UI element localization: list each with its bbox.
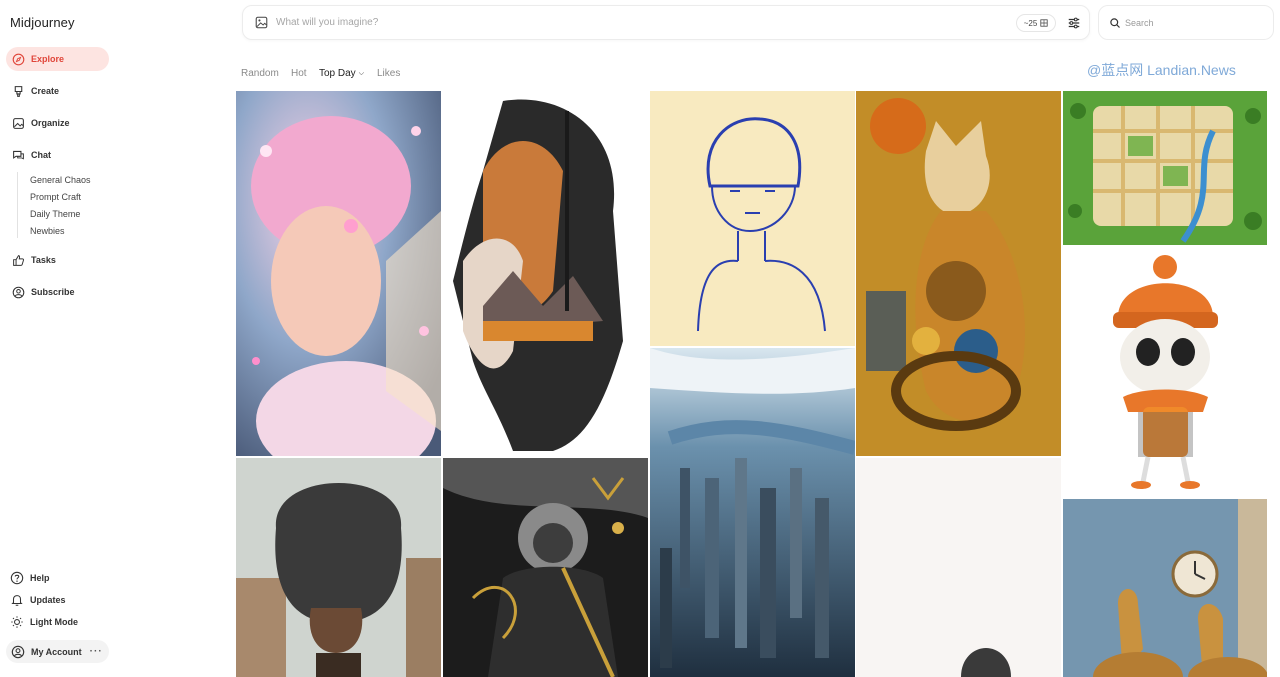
chat-channel-prompt-craft[interactable]: Prompt Craft xyxy=(30,192,81,202)
gallery-image-fur-hat-man[interactable] xyxy=(236,458,441,677)
nav-chat-label: Chat xyxy=(31,150,51,160)
search-box[interactable]: Search xyxy=(1098,5,1274,40)
gallery-image-skeleton-beanie[interactable] xyxy=(1063,247,1267,497)
nav-subscribe-label: Subscribe xyxy=(31,287,75,297)
tab-random[interactable]: Random xyxy=(241,68,279,79)
prompt-bar[interactable]: What will you imagine? ~25 xyxy=(242,5,1090,40)
nav-organize-label: Organize xyxy=(31,118,70,128)
user-circle-icon xyxy=(12,286,25,299)
nav-explore[interactable]: Explore xyxy=(6,47,109,71)
gallery-image-rabbits-room[interactable] xyxy=(1063,499,1267,677)
grid-icon xyxy=(1040,19,1048,27)
more-options-icon[interactable]: ··· xyxy=(90,646,103,657)
nav-tasks-label: Tasks xyxy=(31,255,56,265)
search-icon xyxy=(1110,18,1120,28)
gallery-image-line-sketch[interactable] xyxy=(650,91,855,346)
bell-icon xyxy=(10,593,24,607)
chat-channel-general-chaos[interactable]: General Chaos xyxy=(30,175,91,185)
light-mode-toggle[interactable]: Light Mode xyxy=(10,611,108,633)
brush-icon xyxy=(12,85,25,98)
app-logo[interactable]: Midjourney xyxy=(10,15,75,30)
gallery-image-double-exposure[interactable] xyxy=(443,91,648,456)
search-input[interactable]: Search xyxy=(1125,18,1154,28)
updates-label: Updates xyxy=(30,595,66,605)
nav-chat[interactable]: Chat xyxy=(6,143,109,167)
tab-top-day-label: Top Day xyxy=(319,68,356,79)
my-account-button[interactable]: My Account ··· xyxy=(6,640,109,663)
tab-hot[interactable]: Hot xyxy=(291,68,307,79)
gallery-image-city-map[interactable] xyxy=(1063,91,1267,245)
help-label: Help xyxy=(30,573,50,583)
aspect-ratio-button[interactable]: ~25 xyxy=(1016,14,1056,32)
watermark-text: @蓝点网 Landian.News xyxy=(1087,62,1236,78)
chat-channel-daily-theme[interactable]: Daily Theme xyxy=(30,209,80,219)
nav-create[interactable]: Create xyxy=(6,79,109,103)
sidebar: Midjourney Explore Create Organize Chat … xyxy=(0,0,236,677)
gallery-image-monkey-warrior[interactable] xyxy=(443,458,648,677)
gallery-image-fairy-portrait[interactable] xyxy=(236,91,441,456)
question-icon xyxy=(10,571,24,585)
chat-channel-newbies[interactable]: Newbies xyxy=(30,226,65,236)
user-circle-icon xyxy=(11,645,25,659)
light-mode-label: Light Mode xyxy=(30,617,78,627)
sun-icon xyxy=(10,615,24,629)
chat-icon xyxy=(12,149,25,162)
aspect-ratio-value: ~25 xyxy=(1023,18,1038,28)
settings-sliders-icon[interactable] xyxy=(1067,16,1081,30)
nav-organize[interactable]: Organize xyxy=(6,111,109,135)
nav-tasks[interactable]: Tasks xyxy=(6,248,109,272)
prompt-input[interactable]: What will you imagine? xyxy=(276,17,378,28)
gallery-image-golden-cat[interactable] xyxy=(856,91,1061,456)
nav-explore-label: Explore xyxy=(31,54,65,64)
compass-icon xyxy=(12,53,25,66)
chevron-down-icon: ⌵ xyxy=(358,70,364,77)
help-link[interactable]: Help xyxy=(10,567,108,589)
updates-link[interactable]: Updates xyxy=(10,589,108,611)
thumbs-up-icon xyxy=(12,254,25,267)
image-icon xyxy=(12,117,25,130)
my-account-label: My Account xyxy=(31,646,82,657)
tab-top-day[interactable]: Top Day ⌵ xyxy=(319,68,364,79)
tab-likes[interactable]: Likes xyxy=(377,68,400,79)
gallery-image-minimal-figure[interactable] xyxy=(856,458,1061,677)
nav-create-label: Create xyxy=(31,86,60,96)
chat-channel-divider xyxy=(17,172,18,238)
nav-subscribe[interactable]: Subscribe xyxy=(6,280,109,304)
image-upload-icon[interactable] xyxy=(255,16,268,29)
gallery-image-aerial-city[interactable] xyxy=(650,348,855,677)
